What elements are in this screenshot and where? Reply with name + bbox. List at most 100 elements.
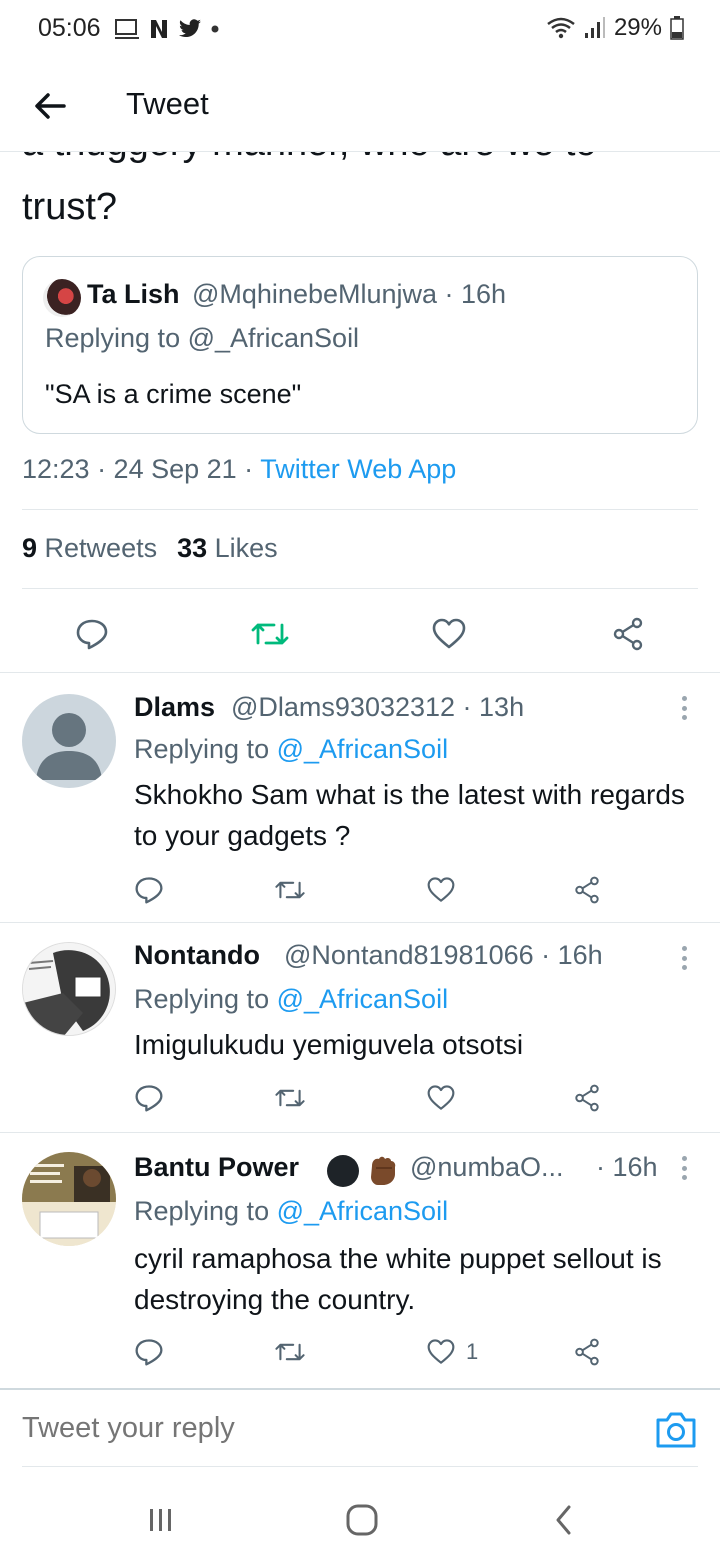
system-back-button[interactable] xyxy=(544,1500,584,1540)
reply-time: · 16h xyxy=(596,1152,658,1182)
mention-link[interactable]: @_AfricanSoil xyxy=(277,734,448,764)
home-icon xyxy=(346,1504,378,1536)
likes-link[interactable]: 33 Likes xyxy=(177,533,278,563)
reply-text: cyril ramaphosa the white puppet sellout… xyxy=(134,1243,662,1315)
avatar[interactable] xyxy=(22,942,116,1036)
retweet-button[interactable] xyxy=(274,1332,306,1372)
reply-author-handle: @Nontand81981066 · 16h xyxy=(284,940,603,970)
signal-icon xyxy=(584,17,605,38)
retweet-icon xyxy=(275,1089,305,1107)
reply-composer xyxy=(0,1390,720,1468)
like-button[interactable] xyxy=(429,614,469,654)
reply-icon xyxy=(76,619,108,650)
reply-author-name: Bantu Power xyxy=(134,1152,300,1182)
quote-replying-to: Replying to @_AfricanSoil xyxy=(45,323,360,353)
like-button[interactable] xyxy=(426,870,466,910)
system-nav-bar xyxy=(0,1480,720,1560)
retweets-label: Retweets xyxy=(37,533,158,563)
avatar[interactable] xyxy=(22,694,116,788)
arrow-left-icon[interactable] xyxy=(30,86,70,126)
share-icon xyxy=(575,1338,599,1366)
retweets-link[interactable]: 9 Retweets xyxy=(22,533,157,563)
avatar[interactable] xyxy=(22,1152,116,1246)
likes-label: Likes xyxy=(207,533,278,563)
reply-button[interactable] xyxy=(72,614,112,654)
share-icon xyxy=(613,617,643,651)
retweet-button[interactable] xyxy=(274,1078,306,1118)
divider xyxy=(0,1132,720,1133)
reply-icon xyxy=(135,877,163,904)
quote-author-handle: @MqhinebeMlunjwa · 16h xyxy=(192,279,507,309)
reply-input[interactable] xyxy=(22,1412,622,1445)
retweet-button[interactable] xyxy=(274,870,306,910)
camera-icon[interactable] xyxy=(654,1410,698,1450)
share-button[interactable] xyxy=(572,1332,602,1372)
divider xyxy=(22,509,698,510)
retweets-count: 9 xyxy=(22,533,38,563)
mention-link[interactable]: @_AfricanSoil xyxy=(277,1196,448,1226)
raised-fist-emoji-icon xyxy=(371,1156,396,1185)
retweet-icon xyxy=(251,623,289,645)
reply-button[interactable] xyxy=(134,870,164,910)
home-button[interactable] xyxy=(342,1500,382,1540)
app-header: Tweet xyxy=(0,60,720,152)
black-circle-emoji-icon xyxy=(327,1155,359,1187)
divider xyxy=(22,588,698,589)
reply-button[interactable] xyxy=(134,1078,164,1118)
reply-text: Imigulukudu yemiguvela otsotsi xyxy=(134,1029,524,1060)
reply-replying-to: Replying to @_AfricanSoil xyxy=(134,1196,449,1226)
tweet-action-bar xyxy=(0,600,720,670)
reply-author-handle: @Dlams93032312 · 13h xyxy=(231,692,525,722)
reply-author-name: Nontando xyxy=(134,940,260,970)
like-button[interactable] xyxy=(426,1078,466,1118)
share-button[interactable] xyxy=(608,614,648,654)
tweet-text-line: a thuggery manner, who are we to xyxy=(22,152,597,165)
reply-author-name: Dlams xyxy=(134,692,216,722)
tweet-text-clipped: a thuggery manner, who are we to xyxy=(0,152,720,184)
battery-icon xyxy=(670,16,684,40)
share-button[interactable] xyxy=(572,870,602,910)
share-button[interactable] xyxy=(572,1078,602,1118)
more-options-icon[interactable] xyxy=(672,1153,696,1183)
battery-percent: 29% xyxy=(613,14,662,41)
reply-actions: 1 xyxy=(134,1332,614,1372)
quote-text: "SA is a crime scene" xyxy=(45,379,302,409)
status-bar: 05:06 29% xyxy=(0,0,720,60)
retweet-button[interactable] xyxy=(250,614,290,654)
heart-icon xyxy=(427,1339,455,1364)
likes-count: 33 xyxy=(177,533,208,563)
reply-actions xyxy=(134,870,614,910)
reply-replying-to: Replying to @_AfricanSoil xyxy=(134,734,449,764)
reply-author-handle: @numbaO... xyxy=(410,1152,564,1182)
reply-actions xyxy=(134,1078,614,1118)
divider xyxy=(0,672,720,673)
avatar-poster-icon xyxy=(22,1152,116,1246)
status-time: 05:06 xyxy=(38,14,101,42)
quoted-tweet[interactable]: Ta Lish @MqhinebeMlunjwa · 16h Replying … xyxy=(22,256,698,434)
tweet-source-link[interactable]: Twitter Web App xyxy=(260,454,456,484)
like-count: 1 xyxy=(466,1339,479,1364)
screen-cast-icon xyxy=(115,19,139,39)
like-button[interactable]: 1 xyxy=(426,1332,478,1372)
mention-link[interactable]: @_AfricanSoil xyxy=(277,984,448,1014)
quote-author-name: Ta Lish xyxy=(87,279,180,309)
reply-icon xyxy=(135,1085,163,1112)
twitter-icon xyxy=(179,19,201,38)
retweet-icon xyxy=(275,881,305,899)
tweet-timestamp: 12:23 · 24 Sep 21 · xyxy=(22,454,261,484)
divider xyxy=(0,922,720,923)
share-icon xyxy=(575,1084,599,1112)
reply-button[interactable] xyxy=(134,1332,164,1372)
back-icon xyxy=(556,1505,571,1535)
heart-icon xyxy=(427,1085,455,1110)
divider xyxy=(22,1466,698,1467)
share-icon xyxy=(575,876,599,904)
avatar xyxy=(43,279,81,317)
more-options-icon[interactable] xyxy=(672,693,696,723)
recent-apps-button[interactable] xyxy=(141,1500,181,1540)
tweet-text: trust? xyxy=(22,186,118,228)
retweet-icon xyxy=(275,1343,305,1361)
avatar-illustration-icon xyxy=(23,943,115,1035)
heart-icon xyxy=(432,618,466,649)
more-options-icon[interactable] xyxy=(672,943,696,973)
